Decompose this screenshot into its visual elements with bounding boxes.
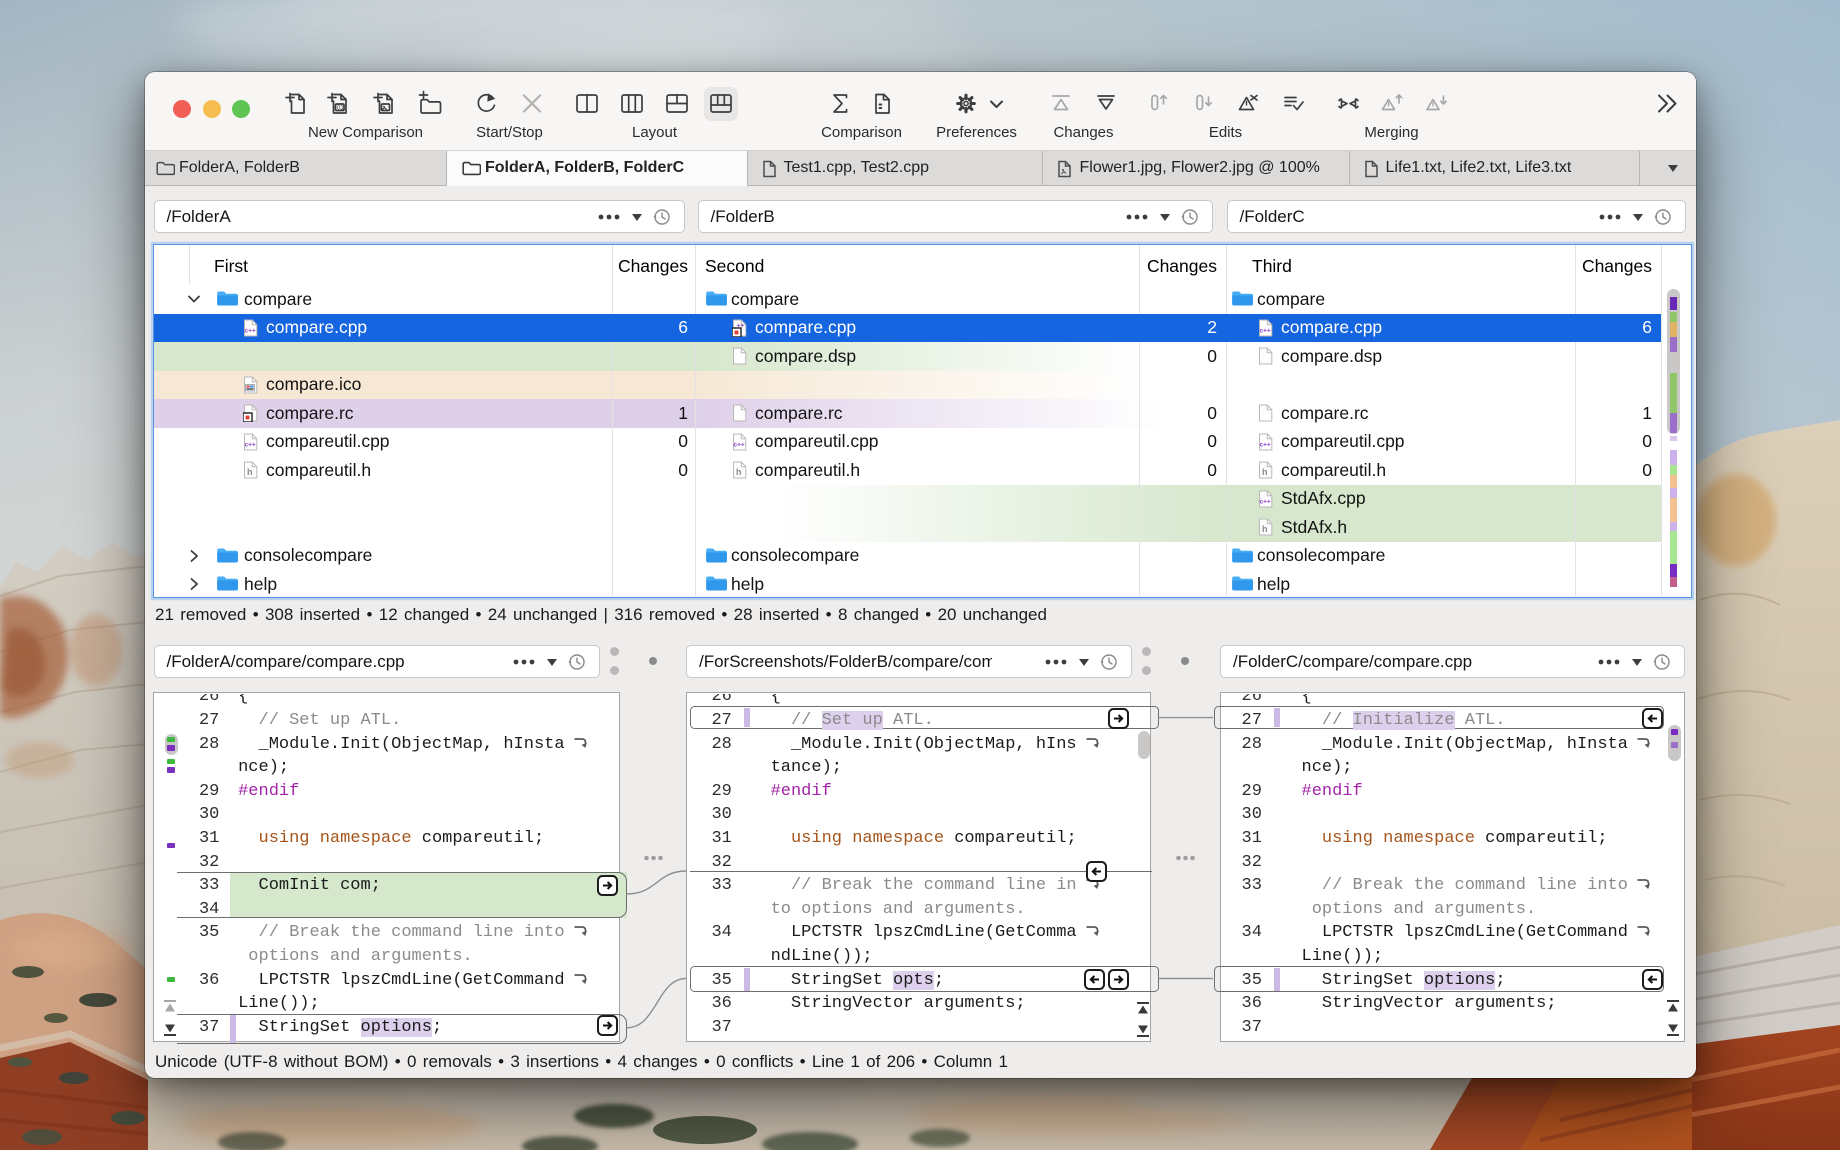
svg-text:01: 01 [337, 106, 344, 112]
